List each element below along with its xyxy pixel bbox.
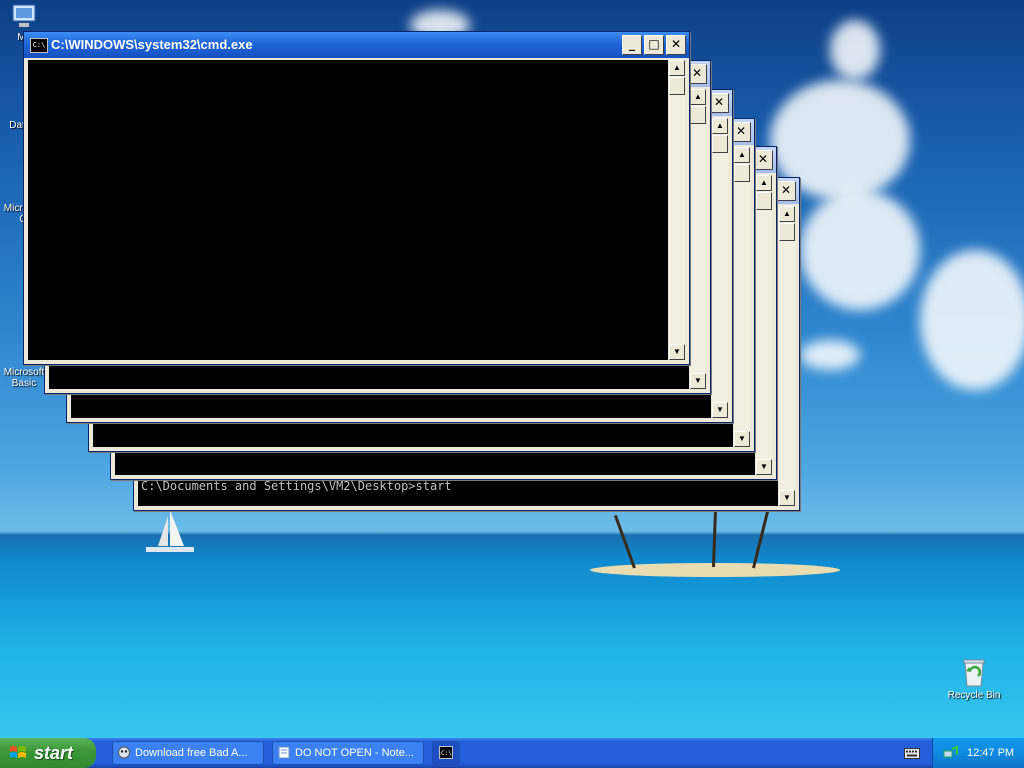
desktop[interactable]: My Dat Micro C Microsoft Basic Recycle B… bbox=[0, 0, 1024, 738]
scroll-down-arrow-icon[interactable]: ▼ bbox=[779, 490, 795, 506]
cmd-icon: C:\ bbox=[439, 746, 453, 759]
scroll-thumb[interactable] bbox=[690, 106, 706, 124]
close-button[interactable]: ✕ bbox=[666, 35, 686, 55]
desktop-icon-label: Basic bbox=[11, 378, 37, 389]
start-button[interactable]: start bbox=[0, 738, 96, 768]
maximize-button[interactable]: □ bbox=[644, 35, 664, 55]
notepad-icon bbox=[278, 746, 290, 759]
taskbar-button-notepad[interactable]: DO NOT OPEN - Note... bbox=[272, 741, 424, 765]
sailboat-icon bbox=[146, 510, 194, 552]
scroll-down-arrow-icon[interactable]: ▼ bbox=[669, 344, 685, 360]
scroll-thumb[interactable] bbox=[734, 164, 750, 182]
scroll-thumb[interactable] bbox=[756, 192, 772, 210]
taskbar-button-label: Download free Bad A... bbox=[135, 747, 248, 759]
console-line: C:\Documents and Settings\VM2\Desktop>st… bbox=[141, 479, 452, 493]
close-button[interactable]: ✕ bbox=[776, 181, 796, 201]
scroll-up-arrow-icon[interactable]: ▲ bbox=[712, 118, 728, 134]
scroll-down-arrow-icon[interactable]: ▼ bbox=[756, 459, 772, 475]
windows-flag-icon bbox=[10, 746, 26, 758]
title-bar[interactable]: C:\ C:\WINDOWS\system32\cmd.exe _ □ ✕ bbox=[24, 32, 689, 58]
desktop-icon-label: Microsoft bbox=[3, 367, 45, 378]
browser-icon bbox=[118, 746, 130, 759]
vertical-scrollbar[interactable]: ▲ ▼ bbox=[779, 206, 795, 506]
vertical-scrollbar[interactable]: ▲ ▼ bbox=[690, 89, 706, 389]
desktop-icon-label: Recycle Bin bbox=[947, 690, 1001, 701]
system-tray[interactable]: 12:47 PM bbox=[932, 738, 1024, 768]
scroll-thumb[interactable] bbox=[669, 77, 685, 95]
window-title: C:\WINDOWS\system32\cmd.exe bbox=[51, 37, 253, 52]
scroll-up-arrow-icon[interactable]: ▲ bbox=[779, 206, 795, 222]
cmd-window-1[interactable]: C:\ C:\WINDOWS\system32\cmd.exe _ □ ✕ ▲ … bbox=[23, 31, 690, 365]
recycle-bin-icon bbox=[963, 659, 985, 687]
scroll-down-arrow-icon[interactable]: ▼ bbox=[734, 431, 750, 447]
close-button[interactable]: ✕ bbox=[709, 93, 729, 113]
taskbar-button-label: DO NOT OPEN - Note... bbox=[295, 747, 414, 759]
close-button[interactable]: ✕ bbox=[731, 122, 751, 142]
scroll-up-arrow-icon[interactable]: ▲ bbox=[690, 89, 706, 105]
close-button[interactable]: ✕ bbox=[687, 64, 707, 84]
vertical-scrollbar[interactable]: ▲ ▼ bbox=[669, 60, 685, 360]
taskbar[interactable]: start Download free Bad A... DO NOT OPEN… bbox=[0, 738, 1024, 768]
desktop-icon-microsoft-basic[interactable]: Microsoft Basic bbox=[0, 367, 48, 389]
minimize-button[interactable]: _ bbox=[622, 35, 642, 55]
computer-icon bbox=[12, 4, 36, 27]
scroll-down-arrow-icon[interactable]: ▼ bbox=[712, 402, 728, 418]
console-output[interactable] bbox=[28, 60, 668, 360]
scroll-down-arrow-icon[interactable]: ▼ bbox=[690, 373, 706, 389]
start-label: start bbox=[34, 743, 74, 763]
scroll-thumb[interactable] bbox=[712, 135, 728, 153]
vertical-scrollbar[interactable]: ▲ ▼ bbox=[734, 147, 750, 447]
taskbar-button-cmd[interactable]: C:\ bbox=[432, 741, 460, 765]
scroll-up-arrow-icon[interactable]: ▲ bbox=[756, 175, 772, 191]
vertical-scrollbar[interactable]: ▲ ▼ bbox=[756, 175, 772, 475]
network-icon[interactable] bbox=[943, 746, 959, 760]
vertical-scrollbar[interactable]: ▲ ▼ bbox=[712, 118, 728, 418]
keyboard-icon[interactable] bbox=[904, 746, 920, 760]
cmd-icon[interactable]: C:\ bbox=[30, 38, 48, 53]
svg-text:C:\: C:\ bbox=[441, 750, 452, 757]
clock[interactable]: 12:47 PM bbox=[967, 738, 1014, 768]
taskbar-button-browser[interactable]: Download free Bad A... bbox=[112, 741, 264, 765]
close-button[interactable]: ✕ bbox=[753, 150, 773, 170]
scroll-up-arrow-icon[interactable]: ▲ bbox=[669, 60, 685, 76]
desktop-icon-recycle-bin[interactable]: Recycle Bin bbox=[942, 656, 1006, 701]
scroll-up-arrow-icon[interactable]: ▲ bbox=[734, 147, 750, 163]
scroll-thumb[interactable] bbox=[779, 223, 795, 241]
